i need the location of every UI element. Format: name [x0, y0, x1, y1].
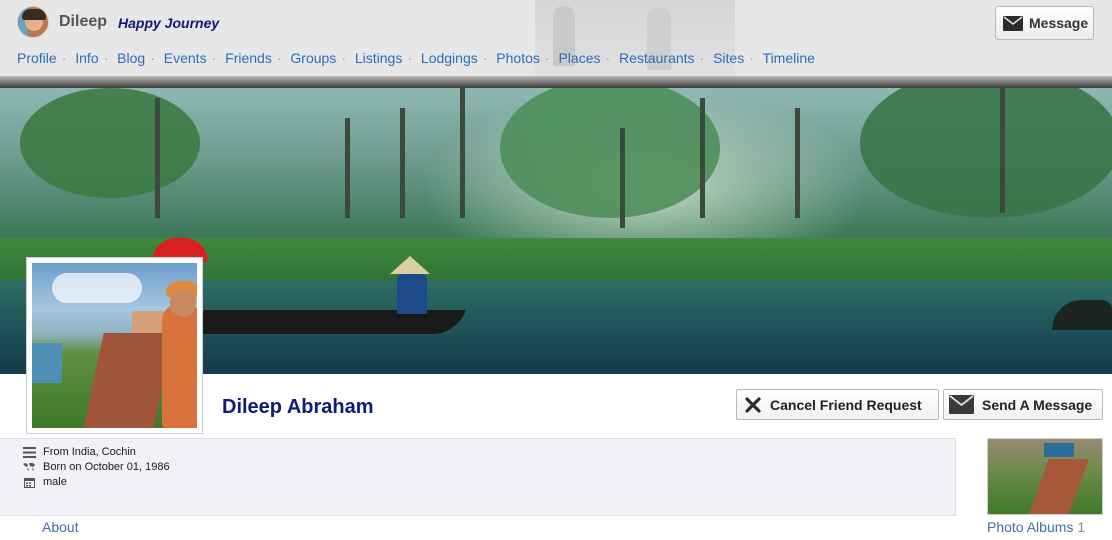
nav-item-places[interactable]: Places [558, 50, 600, 66]
header-background-photo [535, 0, 735, 88]
info-from-text: From India, Cochin [43, 446, 136, 458]
info-born-text: Born on October 01, 1986 [43, 461, 170, 473]
cancel-friend-request-button[interactable]: Cancel Friend Request [736, 389, 939, 420]
nav-item-blog[interactable]: Blog [117, 50, 145, 66]
nav-item-sites[interactable]: Sites [713, 50, 744, 66]
tagline: Happy Journey [118, 15, 220, 31]
avatar[interactable] [17, 6, 49, 38]
world-map-icon [22, 462, 36, 473]
info-gender-text: male [43, 476, 67, 488]
envelope-icon [1003, 15, 1023, 31]
send-message-label: Send A Message [982, 396, 1093, 413]
profile-full-name: Dileep Abraham [222, 396, 374, 418]
cancel-friend-request-label: Cancel Friend Request [770, 396, 922, 413]
nav-item-restaurants[interactable]: Restaurants [619, 50, 694, 66]
nav-item-photos[interactable]: Photos [496, 50, 540, 66]
header-bar: Dileep Happy Journey Profile · Info · Blog… [0, 0, 1112, 88]
list-icon [22, 446, 36, 458]
photo-albums-label: Photo Albums [987, 519, 1074, 535]
calendar-icon [22, 477, 36, 488]
nav-item-profile[interactable]: Profile [17, 50, 57, 66]
profile-picture[interactable] [26, 257, 203, 434]
about-link[interactable]: About [42, 519, 79, 535]
nav-item-timeline[interactable]: Timeline [763, 50, 815, 66]
nav-item-events[interactable]: Events [164, 50, 207, 66]
nav-item-groups[interactable]: Groups [290, 50, 336, 66]
nav-item-info[interactable]: Info [75, 50, 98, 66]
photo-albums-count: 1 [1077, 519, 1086, 535]
profile-info-panel: From India, Cochin Born on October 01, 1… [0, 438, 956, 516]
message-button-label: Message [1029, 15, 1089, 31]
photo-albums-link[interactable]: Photo Albums 1 [987, 519, 1085, 535]
envelope-icon [949, 395, 974, 414]
nav-item-friends[interactable]: Friends [225, 50, 272, 66]
nav-item-listings[interactable]: Listings [355, 50, 402, 66]
info-from: From India, Cochin [22, 446, 136, 458]
profile-page: Dileep Happy Journey Profile · Info · Blog… [0, 0, 1112, 540]
username[interactable]: Dileep [59, 13, 107, 31]
photo-album-thumbnail[interactable] [987, 438, 1103, 515]
message-button[interactable]: Message [995, 6, 1094, 40]
close-icon [744, 396, 762, 414]
nav-item-lodgings[interactable]: Lodgings [421, 50, 478, 66]
info-gender: male [22, 476, 67, 488]
send-message-button[interactable]: Send A Message [943, 389, 1103, 420]
profile-nav: Profile · Info · Blog · Events · Friends · Gr… [17, 50, 815, 66]
info-born: Born on October 01, 1986 [22, 461, 170, 473]
